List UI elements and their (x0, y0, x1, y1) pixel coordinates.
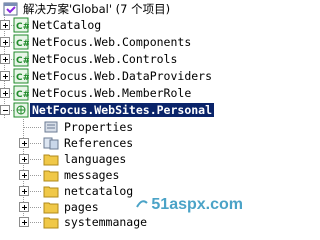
project-label: NetFocus.Web.Controls (32, 52, 178, 66)
node-label: Properties (64, 120, 134, 134)
svg-text:C#: C# (16, 22, 29, 32)
folder-node[interactable]: languages (0, 151, 247, 167)
node-label: languages (64, 152, 127, 166)
web-project-icon (13, 102, 29, 118)
expand-toggle[interactable] (0, 88, 10, 98)
csharp-project-icon: C# (13, 85, 29, 101)
csharp-project-icon: C# (13, 68, 29, 84)
project-row[interactable]: C# NetFocus.Web.Components (0, 34, 247, 50)
project-row[interactable]: C# NetCatalog (0, 17, 247, 33)
expand-toggle[interactable] (0, 71, 10, 81)
expand-toggle[interactable] (19, 186, 29, 196)
expand-toggle[interactable] (0, 54, 10, 64)
references-node[interactable]: References (0, 135, 247, 151)
references-icon (43, 137, 59, 150)
expand-toggle[interactable] (19, 202, 29, 212)
project-label: NetCatalog (32, 18, 102, 32)
project-row[interactable]: C# NetFocus.Web.MemberRole (0, 85, 247, 101)
folder-icon (43, 202, 59, 214)
project-row-selected[interactable]: NetFocus.WebSites.Personal (0, 102, 247, 118)
project-label: NetFocus.Web.DataProviders (32, 69, 213, 83)
collapse-toggle[interactable] (0, 105, 10, 115)
properties-icon (44, 121, 58, 133)
expand-toggle[interactable] (0, 37, 10, 47)
folder-icon (43, 154, 59, 166)
expand-toggle[interactable] (0, 20, 10, 30)
svg-text:C#: C# (16, 39, 29, 49)
node-label: pages (64, 200, 99, 214)
csharp-project-icon: C# (13, 17, 29, 33)
node-label: netcatalog (64, 184, 134, 198)
folder-icon (43, 217, 59, 229)
folder-icon (43, 170, 59, 182)
folder-node[interactable]: systemmanage (0, 214, 247, 230)
node-label: References (64, 136, 134, 150)
expand-toggle[interactable] (19, 154, 29, 164)
node-label: messages (64, 168, 120, 182)
folder-node[interactable]: messages (0, 167, 247, 183)
csharp-project-icon: C# (13, 34, 29, 50)
watermark-text: 51aspx.com (151, 196, 243, 213)
project-label: NetFocus.Web.Components (32, 35, 192, 49)
project-label: NetFocus.WebSites.Personal (30, 103, 215, 117)
watermark-logo: 51aspx.com (135, 196, 243, 214)
project-row[interactable]: C# NetFocus.Web.Controls (0, 51, 247, 67)
solution-row[interactable]: 解决方案'Global' (7 个项目) (0, 1, 247, 17)
solution-icon (3, 2, 18, 16)
node-label: systemmanage (64, 215, 148, 229)
expand-toggle[interactable] (19, 170, 29, 180)
solution-label: 解决方案'Global' (7 个项目) (23, 2, 171, 16)
svg-text:C#: C# (16, 90, 29, 100)
expand-toggle[interactable] (19, 217, 29, 227)
svg-text:C#: C# (16, 73, 29, 83)
csharp-project-icon: C# (13, 51, 29, 67)
watermark-icon (136, 200, 149, 208)
expand-toggle[interactable] (19, 138, 29, 148)
project-row[interactable]: C# NetFocus.Web.DataProviders (0, 68, 247, 84)
properties-node[interactable]: Properties (0, 119, 247, 135)
solution-explorer-tree: 解决方案'Global' (7 个项目) C# NetCatalog C# Ne… (0, 0, 247, 229)
project-label: NetFocus.Web.MemberRole (32, 86, 192, 100)
folder-icon (43, 186, 59, 198)
svg-text:C#: C# (16, 56, 29, 66)
